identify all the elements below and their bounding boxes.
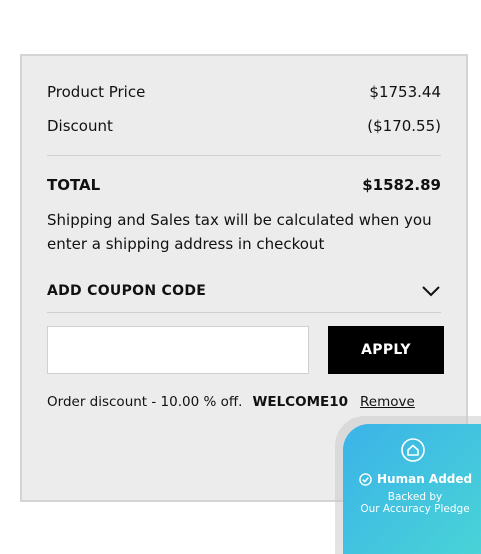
divider <box>47 312 441 313</box>
total-label: TOTAL <box>47 176 101 194</box>
badge-title-row: Human Added <box>359 472 472 486</box>
applied-discount-text: Order discount - 10.00 % off. <box>47 394 243 410</box>
discount-value: ($170.55) <box>367 117 441 135</box>
badge-subtitle-2: Our Accuracy Pledge <box>360 503 470 515</box>
discount-label: Discount <box>47 117 113 135</box>
product-price-row: Product Price $1753.44 <box>47 83 441 101</box>
badge-subtitle-1: Backed by <box>387 491 443 503</box>
shipping-note: Shipping and Sales tax will be calculate… <box>47 211 432 253</box>
divider <box>47 155 441 156</box>
apply-coupon-button[interactable]: APPLY <box>328 326 444 374</box>
chevron-down-icon[interactable] <box>421 284 441 298</box>
product-price-label: Product Price <box>47 83 146 101</box>
discount-row: Discount ($170.55) <box>47 117 441 135</box>
remove-coupon-link[interactable]: Remove <box>360 394 415 410</box>
badge-title: Human Added <box>377 472 473 486</box>
coupon-accordion-toggle[interactable]: ADD COUPON CODE <box>47 280 441 302</box>
human-added-badge[interactable]: Human Added Backed by Our Accuracy Pledg… <box>343 424 481 554</box>
home-icon <box>401 438 425 462</box>
applied-discount-line: Order discount - 10.00 % off. WELCOME10 … <box>47 394 415 410</box>
coupon-code-input[interactable] <box>47 326 309 374</box>
product-price-value: $1753.44 <box>369 83 441 101</box>
total-row: TOTAL $1582.89 <box>47 176 441 194</box>
coupon-header-label: ADD COUPON CODE <box>47 283 207 299</box>
applied-coupon-code: WELCOME10 <box>252 394 349 410</box>
total-value: $1582.89 <box>362 176 441 194</box>
check-circle-icon <box>359 472 372 486</box>
